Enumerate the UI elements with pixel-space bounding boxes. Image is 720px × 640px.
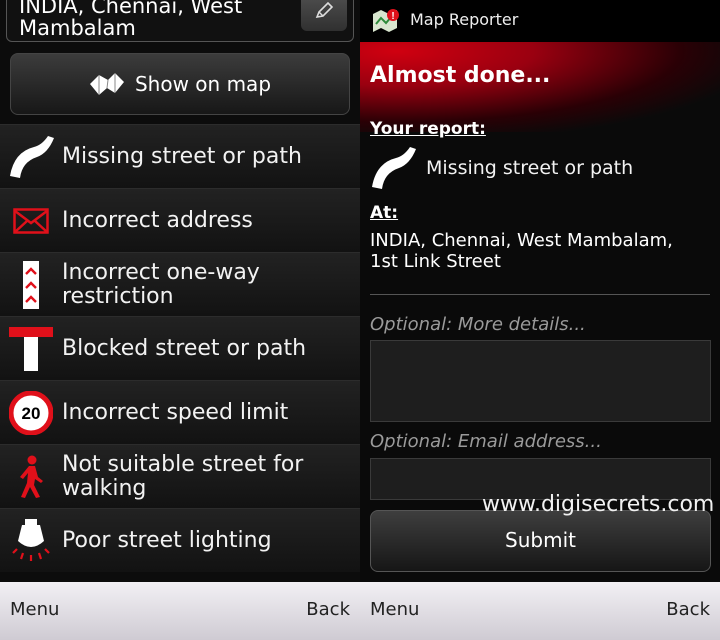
show-on-map-label: Show on map — [134, 72, 272, 96]
category-label: Incorrect speed limit — [62, 399, 289, 425]
report-category-list: Missing street or path Incorrect address… — [0, 124, 360, 572]
map-reporter-app-icon: ! — [373, 9, 399, 32]
category-label: Not suitable street for walking — [62, 451, 304, 501]
confirm-screen: ! Map Reporter Almost done... Your repor… — [360, 0, 720, 640]
category-label: Poor street lighting — [62, 527, 272, 553]
pedestrian-icon — [0, 445, 62, 509]
details-placeholder: Optional: More details... — [370, 314, 586, 335]
category-screen: INDIA, Chennai, West Mambalam Show on ma… — [0, 0, 360, 640]
category-label: Missing street or path — [62, 143, 302, 169]
report-type-label: Missing street or path — [426, 157, 634, 179]
speed-limit-icon: 20 — [0, 381, 62, 445]
category-incorrect-address[interactable]: Incorrect address — [0, 188, 360, 252]
svg-text:!: ! — [391, 11, 394, 22]
app-title: Map Reporter — [410, 10, 519, 29]
show-on-map-button[interactable]: Show on map — [10, 53, 350, 115]
address-field[interactable]: INDIA, Chennai, West Mambalam — [6, 0, 354, 42]
pencil-icon — [315, 1, 334, 19]
category-walking[interactable]: Not suitable street for walking — [0, 444, 360, 508]
softkey-bar: Menu Back — [0, 582, 360, 640]
watermark: www.digisecrets.com — [482, 492, 715, 517]
email-placeholder: Optional: Email address... — [370, 431, 602, 452]
divider — [370, 294, 710, 295]
back-softkey[interactable]: Back — [666, 599, 710, 620]
road-curve-icon — [372, 147, 416, 189]
one-way-arrows-icon — [0, 253, 62, 317]
envelope-icon — [0, 189, 62, 253]
page-heading: Almost done... — [370, 63, 551, 88]
softkey-bar: Menu Back — [360, 582, 720, 640]
your-report-label: Your report: — [370, 119, 486, 139]
menu-softkey[interactable]: Menu — [370, 599, 419, 620]
category-missing-street[interactable]: Missing street or path — [0, 124, 360, 188]
title-bar: ! Map Reporter — [360, 0, 720, 42]
submit-button[interactable]: Submit — [370, 510, 711, 572]
report-type-row: Missing street or path — [370, 145, 633, 191]
blocked-road-icon — [0, 317, 62, 381]
street-lamp-icon — [0, 509, 62, 573]
category-label: Incorrect one-way restriction — [62, 259, 260, 309]
category-label: Incorrect address — [62, 207, 253, 233]
category-blocked-street[interactable]: Blocked street or path — [0, 316, 360, 380]
speed-limit-value: 20 — [22, 404, 41, 423]
edit-address-button[interactable] — [301, 0, 347, 31]
location-text: INDIA, Chennai, West Mambalam, 1st Link … — [370, 230, 673, 272]
back-softkey[interactable]: Back — [306, 599, 350, 620]
menu-softkey[interactable]: Menu — [10, 599, 59, 620]
category-one-way[interactable]: Incorrect one-way restriction — [0, 252, 360, 316]
road-curve-icon — [0, 125, 62, 189]
at-label: At: — [370, 203, 399, 223]
details-field[interactable] — [370, 340, 711, 422]
folded-map-icon — [89, 73, 124, 95]
category-label: Blocked street or path — [62, 335, 307, 361]
category-street-lighting[interactable]: Poor street lighting — [0, 508, 360, 572]
category-speed-limit[interactable]: 20 Incorrect speed limit — [0, 380, 360, 444]
address-text: INDIA, Chennai, West Mambalam — [19, 0, 243, 40]
